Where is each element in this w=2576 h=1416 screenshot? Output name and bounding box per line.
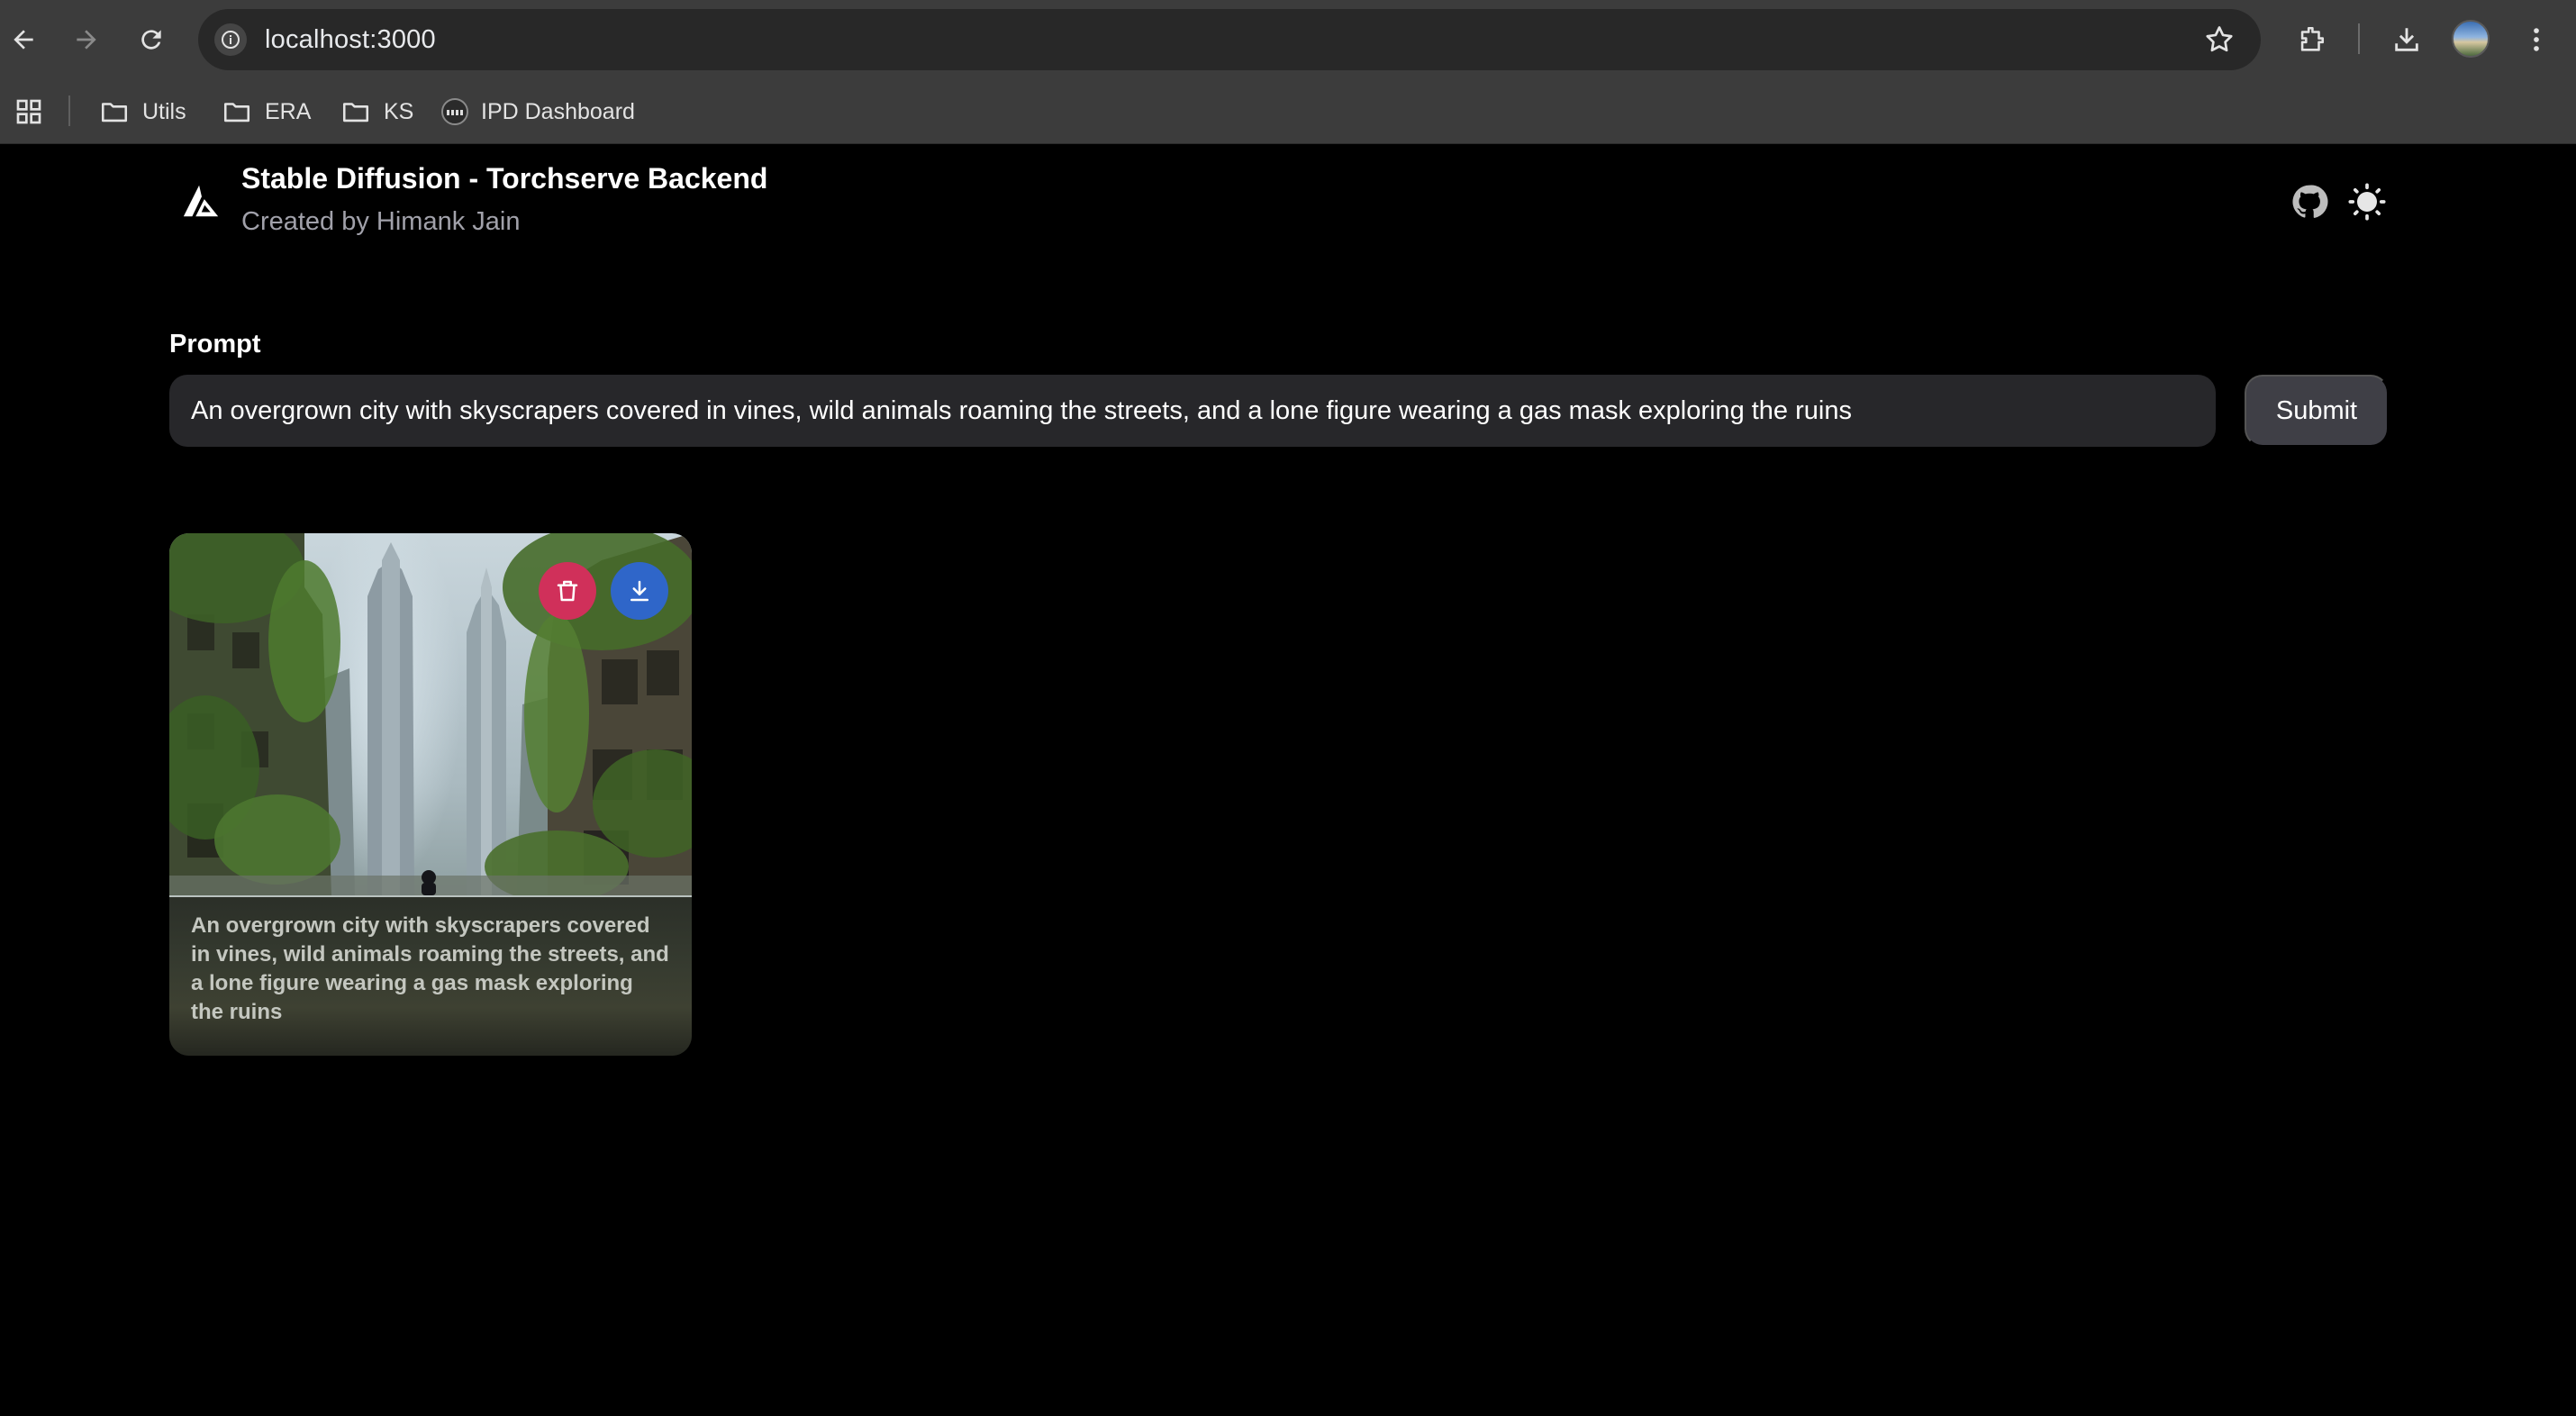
bookmark-ipd-dashboard[interactable]: IPD Dashboard <box>441 92 635 132</box>
address-bar[interactable]: localhost:3000 <box>198 9 2261 70</box>
prompt-input[interactable]: An overgrown city with skyscrapers cover… <box>169 375 2216 447</box>
url-text[interactable]: localhost:3000 <box>265 25 436 55</box>
toolbar-divider <box>2358 23 2360 54</box>
bookmark-label: ERA <box>265 98 312 124</box>
reload-icon <box>141 30 161 50</box>
theme-toggle-button[interactable] <box>2347 182 2387 222</box>
submit-button[interactable]: Submit <box>2245 375 2389 447</box>
folder-icon <box>342 103 369 123</box>
kebab-menu-icon <box>2534 28 2539 51</box>
image-caption: An overgrown city with skyscrapers cover… <box>191 913 669 1024</box>
apps-grid-icon[interactable] <box>14 97 43 126</box>
prompt-label: Prompt <box>169 330 261 359</box>
bookmark-label: KS <box>384 98 414 124</box>
github-link[interactable] <box>2290 182 2329 222</box>
browser-menu-button[interactable] <box>2515 18 2558 61</box>
reload-button[interactable] <box>130 18 173 61</box>
folder-icon <box>223 103 250 123</box>
download-image-button[interactable] <box>611 562 668 620</box>
site-info-icon[interactable] <box>214 23 247 56</box>
back-button[interactable] <box>2 18 45 61</box>
bookmarks-bar: Utils ERA KS IPD Dashboard <box>0 79 2576 144</box>
page-subtitle: Created by Himank Jain <box>241 207 521 236</box>
download-tray-icon <box>2395 28 2418 51</box>
download-icon <box>630 580 649 602</box>
github-icon <box>2292 185 2328 218</box>
folder-icon <box>101 103 128 123</box>
forward-button[interactable] <box>65 18 108 61</box>
card-divider <box>169 895 692 897</box>
browser-toolbar: localhost:3000 <box>0 0 2576 79</box>
profile-avatar[interactable] <box>2452 20 2490 58</box>
site-favicon <box>441 98 468 125</box>
page-title: Stable Diffusion - Torchserve Backend <box>241 162 768 195</box>
theme-toggle-sun-icon <box>2348 183 2386 221</box>
bookmark-label: IPD Dashboard <box>481 98 635 124</box>
app-logo-icon <box>183 185 219 217</box>
trash-icon <box>557 580 578 602</box>
generated-image-card: An overgrown city with skyscrapers cover… <box>169 533 692 1056</box>
bookmark-era[interactable]: ERA <box>222 92 311 132</box>
bookmark-label: Utils <box>142 98 186 124</box>
app-page: Stable Diffusion - Torchserve Backend Cr… <box>0 144 2576 1416</box>
arrow-right-icon <box>77 30 96 50</box>
downloads-button[interactable] <box>2385 18 2428 61</box>
delete-image-button[interactable] <box>539 562 596 620</box>
bookmark-ks[interactable]: KS <box>340 92 413 132</box>
puzzle-icon <box>2300 26 2325 51</box>
extensions-button[interactable] <box>2290 18 2333 61</box>
arrow-left-icon <box>14 30 33 50</box>
bookmark-utils[interactable]: Utils <box>99 92 186 132</box>
bookmark-star-icon[interactable] <box>2203 23 2236 56</box>
bookmarks-divider <box>68 95 70 126</box>
